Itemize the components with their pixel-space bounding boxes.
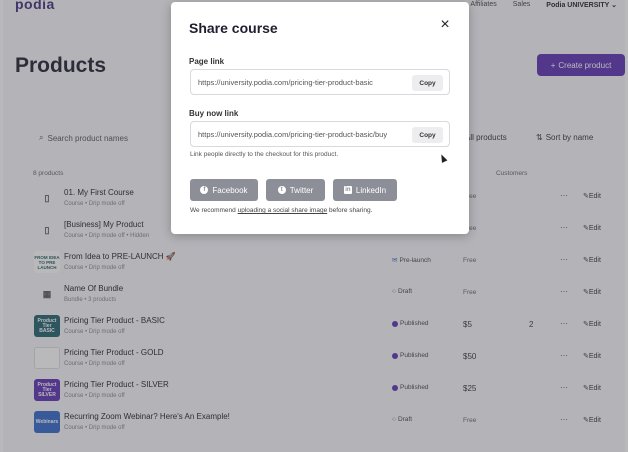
close-icon[interactable]: ×: [438, 17, 452, 33]
recommend-suffix: before sharing.: [327, 207, 373, 214]
facebook-label: Facebook: [212, 185, 248, 195]
linkedin-icon: in: [343, 186, 352, 194]
facebook-icon: f: [200, 186, 209, 194]
buy-now-link-label: Buy now link: [189, 109, 239, 118]
recommend-prefix: We recommend: [190, 207, 238, 214]
twitter-label: Twitter: [289, 185, 314, 195]
share-course-modal: Share course × Page link https://univers…: [171, 2, 469, 234]
twitter-share-button[interactable]: t Twitter: [266, 179, 325, 201]
upload-share-image-link[interactable]: uploading a social share image: [238, 207, 328, 214]
facebook-share-button[interactable]: f Facebook: [190, 179, 258, 201]
buy-now-link-field[interactable]: https://university.podia.com/pricing-tie…: [190, 121, 450, 147]
page-link-label: Page link: [189, 57, 225, 66]
copy-buy-now-link-button[interactable]: Copy: [412, 127, 443, 143]
buy-now-helper-text: Link people directly to the checkout for…: [190, 151, 339, 158]
twitter-icon: t: [277, 186, 286, 194]
buy-now-link-url[interactable]: https://university.podia.com/pricing-tie…: [198, 130, 406, 139]
linkedin-share-button[interactable]: in LinkedIn: [333, 179, 397, 201]
page-link-url[interactable]: https://university.podia.com/pricing-tie…: [198, 78, 406, 87]
modal-title: Share course: [189, 20, 278, 36]
page-link-field[interactable]: https://university.podia.com/pricing-tie…: [190, 69, 450, 95]
copy-page-link-button[interactable]: Copy: [412, 75, 443, 91]
linkedin-label: LinkedIn: [355, 185, 387, 195]
share-recommendation: We recommend uploading a social share im…: [190, 207, 372, 214]
